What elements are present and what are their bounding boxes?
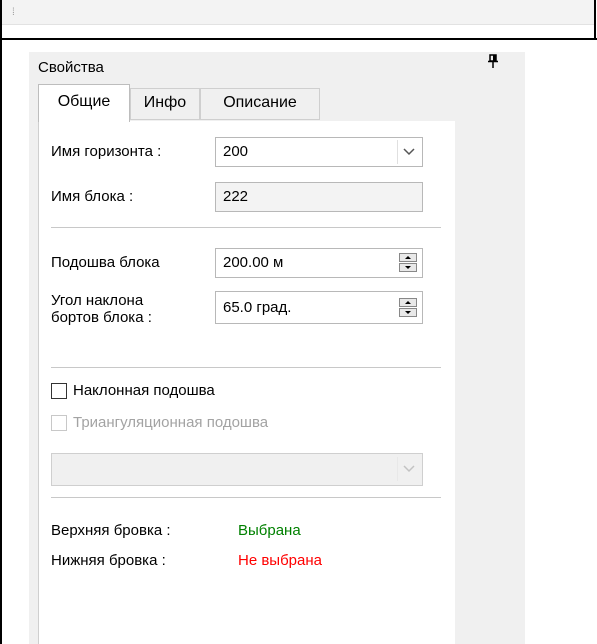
spin-down-icon[interactable] xyxy=(399,308,417,317)
horizon-name-value: 200 xyxy=(223,143,249,160)
block-name-label: Имя блока : xyxy=(51,188,134,205)
triangulation-sole-checkbox[interactable] xyxy=(51,415,67,431)
spin-down-icon[interactable] xyxy=(399,263,417,272)
spin-up-icon[interactable] xyxy=(399,253,417,262)
outer-frame-left xyxy=(0,0,2,644)
slope-angle-spinbox[interactable]: 65.0 град. xyxy=(215,291,423,324)
upper-edge-label: Верхняя бровка : xyxy=(51,522,171,539)
lower-edge-status: Не выбрана xyxy=(238,552,322,569)
horizon-dropdown-button[interactable] xyxy=(397,140,420,164)
inclined-sole-checkbox[interactable] xyxy=(51,383,67,399)
pin-icon[interactable] xyxy=(488,54,498,71)
tab-info[interactable]: Инфо xyxy=(130,88,200,120)
block-sole-spin-buttons[interactable] xyxy=(399,253,417,273)
triangulation-sole-label[interactable]: Триангуляционная подошва xyxy=(73,414,268,431)
tab-general[interactable]: Общие xyxy=(38,84,130,122)
tab-content-general: Имя горизонта : 200 Имя блока : 222 Подо… xyxy=(38,121,455,644)
horizon-name-label: Имя горизонта : xyxy=(51,143,162,160)
inclined-sole-label[interactable]: Наклонная подошва xyxy=(73,382,215,399)
properties-panel: Свойства Общие Инфо Описание Имя горизон… xyxy=(29,52,525,644)
block-sole-spinbox[interactable]: 200.00 м xyxy=(215,248,423,278)
slope-angle-label-line1: Угол наклона xyxy=(51,292,144,309)
surface-select[interactable] xyxy=(51,453,423,486)
slope-angle-label-line2: бортов блока : xyxy=(51,309,152,326)
upper-edge-status: Выбрана xyxy=(238,522,301,539)
section-separator xyxy=(51,367,441,369)
outer-frame-right xyxy=(594,0,596,38)
panel-title: Свойства xyxy=(38,59,104,76)
block-name-field[interactable]: 222 xyxy=(215,182,423,212)
surface-dropdown-button[interactable] xyxy=(397,457,420,481)
horizon-name-combobox[interactable]: 200 xyxy=(215,137,423,167)
block-sole-label: Подошва блока xyxy=(51,254,160,271)
slope-angle-spin-buttons[interactable] xyxy=(399,298,417,318)
section-separator xyxy=(51,497,441,499)
slope-angle-value: 65.0 град. xyxy=(223,299,292,316)
section-separator xyxy=(51,227,441,229)
chevron-down-icon xyxy=(403,148,415,156)
upper-pane-strip: ⁞ xyxy=(2,0,594,25)
tab-description[interactable]: Описание xyxy=(200,88,320,120)
chevron-down-icon xyxy=(403,465,415,473)
block-name-value: 222 xyxy=(223,188,249,205)
resize-grip-icon: ⁞ xyxy=(12,7,15,18)
block-sole-value: 200.00 м xyxy=(223,254,284,271)
lower-edge-label: Нижняя бровка : xyxy=(51,552,166,569)
spin-up-icon[interactable] xyxy=(399,298,417,307)
slope-angle-label: Угол наклона бортов блока : xyxy=(51,292,152,326)
pane-divider xyxy=(0,38,597,40)
